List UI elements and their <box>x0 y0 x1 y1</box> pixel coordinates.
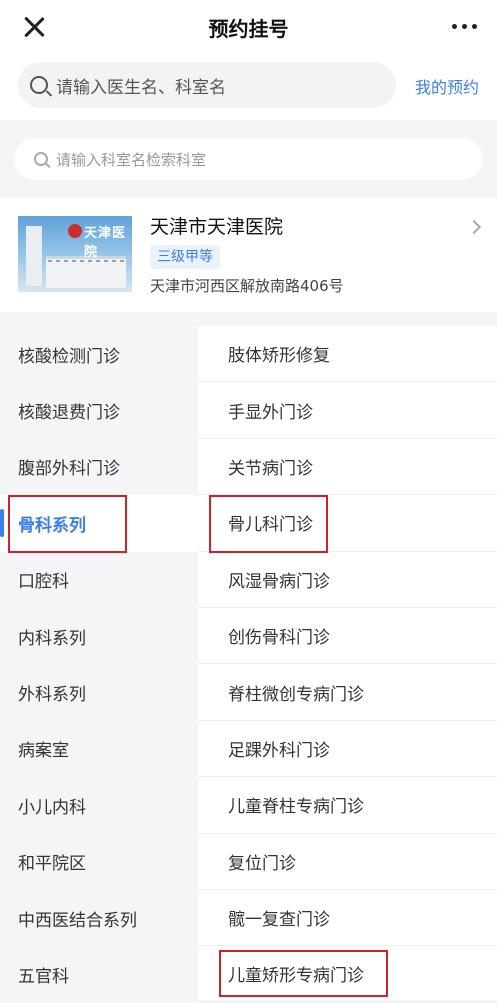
doctor-search-placeholder: 请输入医生名、科室名 <box>56 77 226 98</box>
clinic-item[interactable]: 足踝外科门诊 <box>198 721 497 778</box>
search-icon <box>34 152 48 166</box>
department-category-list: 核酸检测门诊 核酸退费门诊 腹部外科门诊 骨科系列 口腔科 内科系列 外科系列 … <box>0 326 198 1000</box>
hospital-card[interactable]: 天津医院 天津市天津医院 三级甲等 天津市河西区解放南路406号 <box>0 198 497 312</box>
search-row: 请输入医生名、科室名 我的预约 <box>0 54 497 120</box>
hospital-level-badge: 三级甲等 <box>150 245 220 269</box>
hospital-address: 天津市河西区解放南路406号 <box>150 277 344 295</box>
hospital-logo-text: 天津医院 <box>84 226 127 260</box>
hospital-logo-icon <box>68 224 82 238</box>
highlight-box-pediatric-orthopedics <box>209 495 328 553</box>
department-search-placeholder: 请输入科室名检索科室 <box>56 150 207 169</box>
category-item[interactable]: 内科系列 <box>0 608 198 664</box>
category-item[interactable]: 口腔科 <box>0 552 198 608</box>
clinic-item[interactable]: 儿童脊柱专病门诊 <box>198 777 497 834</box>
category-item[interactable]: 外科系列 <box>0 664 198 720</box>
clinic-item[interactable]: 创伤骨科门诊 <box>198 608 497 665</box>
highlight-box-orthopedics <box>8 495 127 553</box>
more-options-icon[interactable] <box>452 24 477 29</box>
chevron-right-icon <box>466 219 482 235</box>
search-icon <box>30 76 48 94</box>
category-item[interactable]: 小儿内科 <box>0 777 198 833</box>
category-item[interactable]: 核酸检测门诊 <box>0 326 198 382</box>
my-appointments-link[interactable]: 我的预约 <box>415 74 479 98</box>
category-item[interactable]: 五官科 <box>0 946 198 1002</box>
clinic-item[interactable]: 手显外门诊 <box>198 382 497 439</box>
clinic-item[interactable]: 肢体矫形修复 <box>198 326 497 383</box>
clinic-item[interactable]: 复位门诊 <box>198 834 497 890</box>
category-item[interactable]: 核酸退费门诊 <box>0 382 198 438</box>
top-bar: 预约挂号 <box>0 0 497 54</box>
category-item[interactable]: 病案室 <box>0 721 198 777</box>
doctor-search-input[interactable]: 请输入医生名、科室名 <box>18 62 396 108</box>
close-icon[interactable] <box>20 13 48 41</box>
clinic-item[interactable]: 脊柱微创专病门诊 <box>198 664 497 721</box>
clinic-item[interactable]: 髋一复查门诊 <box>198 890 497 947</box>
department-lists: 核酸检测门诊 核酸退费门诊 腹部外科门诊 骨科系列 口腔科 内科系列 外科系列 … <box>0 326 497 1003</box>
hospital-photo: 天津医院 <box>18 216 132 292</box>
clinic-item[interactable]: 风湿骨病门诊 <box>198 552 497 608</box>
category-item[interactable]: 和平院区 <box>0 834 198 890</box>
department-search-input[interactable]: 请输入科室名检索科室 <box>14 138 483 180</box>
hospital-name: 天津市天津医院 <box>150 216 284 238</box>
category-item[interactable]: 腹部外科门诊 <box>0 439 198 495</box>
clinic-list: 肢体矫形修复 手显外门诊 关节病门诊 骨儿科门诊 风湿骨病门诊 创伤骨科门诊 脊… <box>198 326 497 1003</box>
clinic-item[interactable]: 关节病门诊 <box>198 439 497 496</box>
category-item[interactable]: 中西医结合系列 <box>0 890 198 946</box>
highlight-box-pediatric-correction <box>219 950 388 997</box>
page-title: 预约挂号 <box>208 16 289 41</box>
